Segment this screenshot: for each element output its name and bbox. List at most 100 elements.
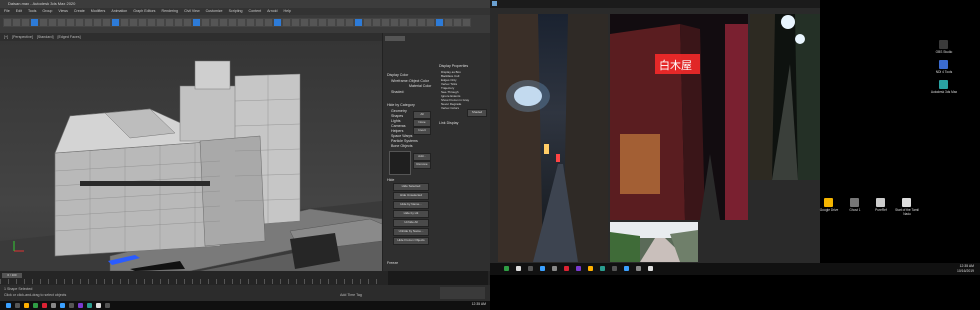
toolbar-button[interactable] <box>300 18 309 27</box>
frame-counter[interactable]: 0 / 100 <box>2 273 22 278</box>
menu-item[interactable]: Help <box>284 8 291 15</box>
toolbar-button[interactable] <box>12 18 21 27</box>
toolbar-button[interactable] <box>327 18 336 27</box>
toolbar-button[interactable] <box>165 18 174 27</box>
viewport-label[interactable]: [Edged Faces] <box>57 33 80 41</box>
viewport-label[interactable]: [Standard] <box>37 33 54 41</box>
toolbar-button[interactable] <box>147 18 156 27</box>
toolbar-button[interactable] <box>336 18 345 27</box>
taskbar-app-icon[interactable] <box>528 266 533 271</box>
toolbar-button[interactable] <box>390 18 399 27</box>
toolbar-button[interactable] <box>192 18 201 27</box>
photo-viewer-titlebar[interactable] <box>490 0 820 8</box>
toolbar-button[interactable] <box>444 18 453 27</box>
toolbar-button[interactable] <box>237 18 246 27</box>
none-button[interactable]: None <box>413 119 431 127</box>
taskbar-app-icon[interactable] <box>612 266 617 271</box>
photo-alley-1[interactable] <box>498 14 608 262</box>
menu-item[interactable]: Tools <box>28 8 36 15</box>
menu-item[interactable]: Content <box>249 8 262 15</box>
taskbar-app-icon[interactable] <box>600 266 605 271</box>
hide-button[interactable]: Hide Unselected <box>393 192 429 200</box>
taskbar-app-icon[interactable] <box>51 303 56 308</box>
viewport-label[interactable]: [Perspective] <box>12 33 33 41</box>
toolbar-button[interactable] <box>309 18 318 27</box>
remove-button[interactable]: Remove <box>413 161 431 169</box>
toolbar-button[interactable] <box>318 18 327 27</box>
menu-item[interactable]: Arnold <box>267 8 277 15</box>
timeline-ruler[interactable] <box>0 279 382 284</box>
taskbar-app-icon[interactable] <box>42 303 47 308</box>
hide-by-category-heading[interactable]: Hide by Category <box>387 103 415 107</box>
desktop-shortcut[interactable]: NDI 4 Tools <box>930 60 958 78</box>
taskbar-app-icon[interactable] <box>60 303 65 308</box>
toolbar-button[interactable] <box>66 18 75 27</box>
desktop-shortcut[interactable]: OBS Studio <box>930 40 958 58</box>
taskbar-app-icon[interactable] <box>624 266 629 271</box>
menu-item[interactable]: Scripting <box>229 8 243 15</box>
display-properties-heading[interactable]: Display Properties <box>439 64 468 68</box>
toolbar-button[interactable] <box>138 18 147 27</box>
toolbar-button[interactable] <box>354 18 363 27</box>
hide-button[interactable]: Hide by Name... <box>393 201 429 209</box>
time-slider[interactable]: 0 / 100 <box>0 271 490 285</box>
taskbar-app-icon[interactable] <box>69 303 74 308</box>
panel-search[interactable] <box>385 36 405 41</box>
toolbar-button[interactable] <box>291 18 300 27</box>
menu-item[interactable]: Create <box>74 8 85 15</box>
toolbar-button[interactable] <box>453 18 462 27</box>
hide-button[interactable]: Hide by Hit <box>393 210 429 218</box>
taskbar-app-icon[interactable] <box>516 266 521 271</box>
material-color-radio[interactable]: Material Color <box>409 84 431 88</box>
category-checkbox[interactable]: Helpers <box>391 129 403 133</box>
freeze-heading[interactable]: Freeze <box>387 261 398 265</box>
desktop-shortcut[interactable]: PureRef <box>868 198 894 218</box>
toolbar-button[interactable] <box>48 18 57 27</box>
category-checkbox[interactable]: Cameras <box>391 124 406 128</box>
toolbar-button[interactable] <box>93 18 102 27</box>
taskbar-app-icon[interactable] <box>78 303 83 308</box>
toolbar-button[interactable] <box>462 18 471 27</box>
toolbar-button[interactable] <box>345 18 354 27</box>
hide-button[interactable]: Hide Frozen Objects <box>393 237 429 245</box>
taskbar-app-icon[interactable] <box>6 303 11 308</box>
taskbar-app-icon[interactable] <box>540 266 545 271</box>
desktop-shortcut[interactable]: Ghost 1 <box>842 198 868 218</box>
menu-item[interactable]: Civil View <box>184 8 200 15</box>
menu-item[interactable]: Animation <box>111 8 127 15</box>
taskbar-app-icon[interactable] <box>504 266 509 271</box>
toolbar-button[interactable] <box>273 18 282 27</box>
taskbar-app-icon[interactable] <box>87 303 92 308</box>
desktop-shortcut[interactable]: Start of the Tamil Nadu <box>894 198 920 218</box>
photo-green-street[interactable] <box>610 222 698 262</box>
object-color-radio[interactable]: Object Color <box>409 79 429 83</box>
hide-button[interactable]: Unhide by Name... <box>393 228 429 236</box>
toolbar-button[interactable] <box>255 18 264 27</box>
hide-button[interactable]: Hide Selected <box>393 183 429 191</box>
toolbar-button[interactable] <box>417 18 426 27</box>
toolbar-button[interactable] <box>129 18 138 27</box>
playback-controls[interactable] <box>440 287 485 299</box>
hide-button[interactable]: Unhide All <box>393 219 429 227</box>
taskbar-app-icon[interactable] <box>552 266 557 271</box>
invert-button[interactable]: Invert <box>413 127 431 135</box>
menu-item[interactable]: Customize <box>206 8 223 15</box>
all-button[interactable]: All <box>413 111 431 119</box>
menu-item[interactable]: Modifiers <box>91 8 106 15</box>
toolbar-button[interactable] <box>102 18 111 27</box>
menu-item[interactable]: Group <box>42 8 52 15</box>
toolbar-button[interactable] <box>120 18 129 27</box>
display-property-checkbox[interactable]: Vertex Colors <box>441 106 459 110</box>
toolbar-button[interactable] <box>210 18 219 27</box>
hide-heading[interactable]: Hide <box>387 178 394 182</box>
taskbar-app-icon[interactable] <box>24 303 29 308</box>
category-checkbox[interactable]: Lights <box>391 119 401 123</box>
add-time-tag[interactable]: Add Time Tag <box>340 293 362 297</box>
menu-item[interactable]: Views <box>58 8 68 15</box>
toolbar-button[interactable] <box>426 18 435 27</box>
toolbar-button[interactable] <box>201 18 210 27</box>
photo-neon-street[interactable]: 白木屋 <box>610 14 748 220</box>
toolbar-button[interactable] <box>381 18 390 27</box>
toolbar-button[interactable] <box>75 18 84 27</box>
desktop-shortcut[interactable]: Google Drive <box>816 198 842 218</box>
